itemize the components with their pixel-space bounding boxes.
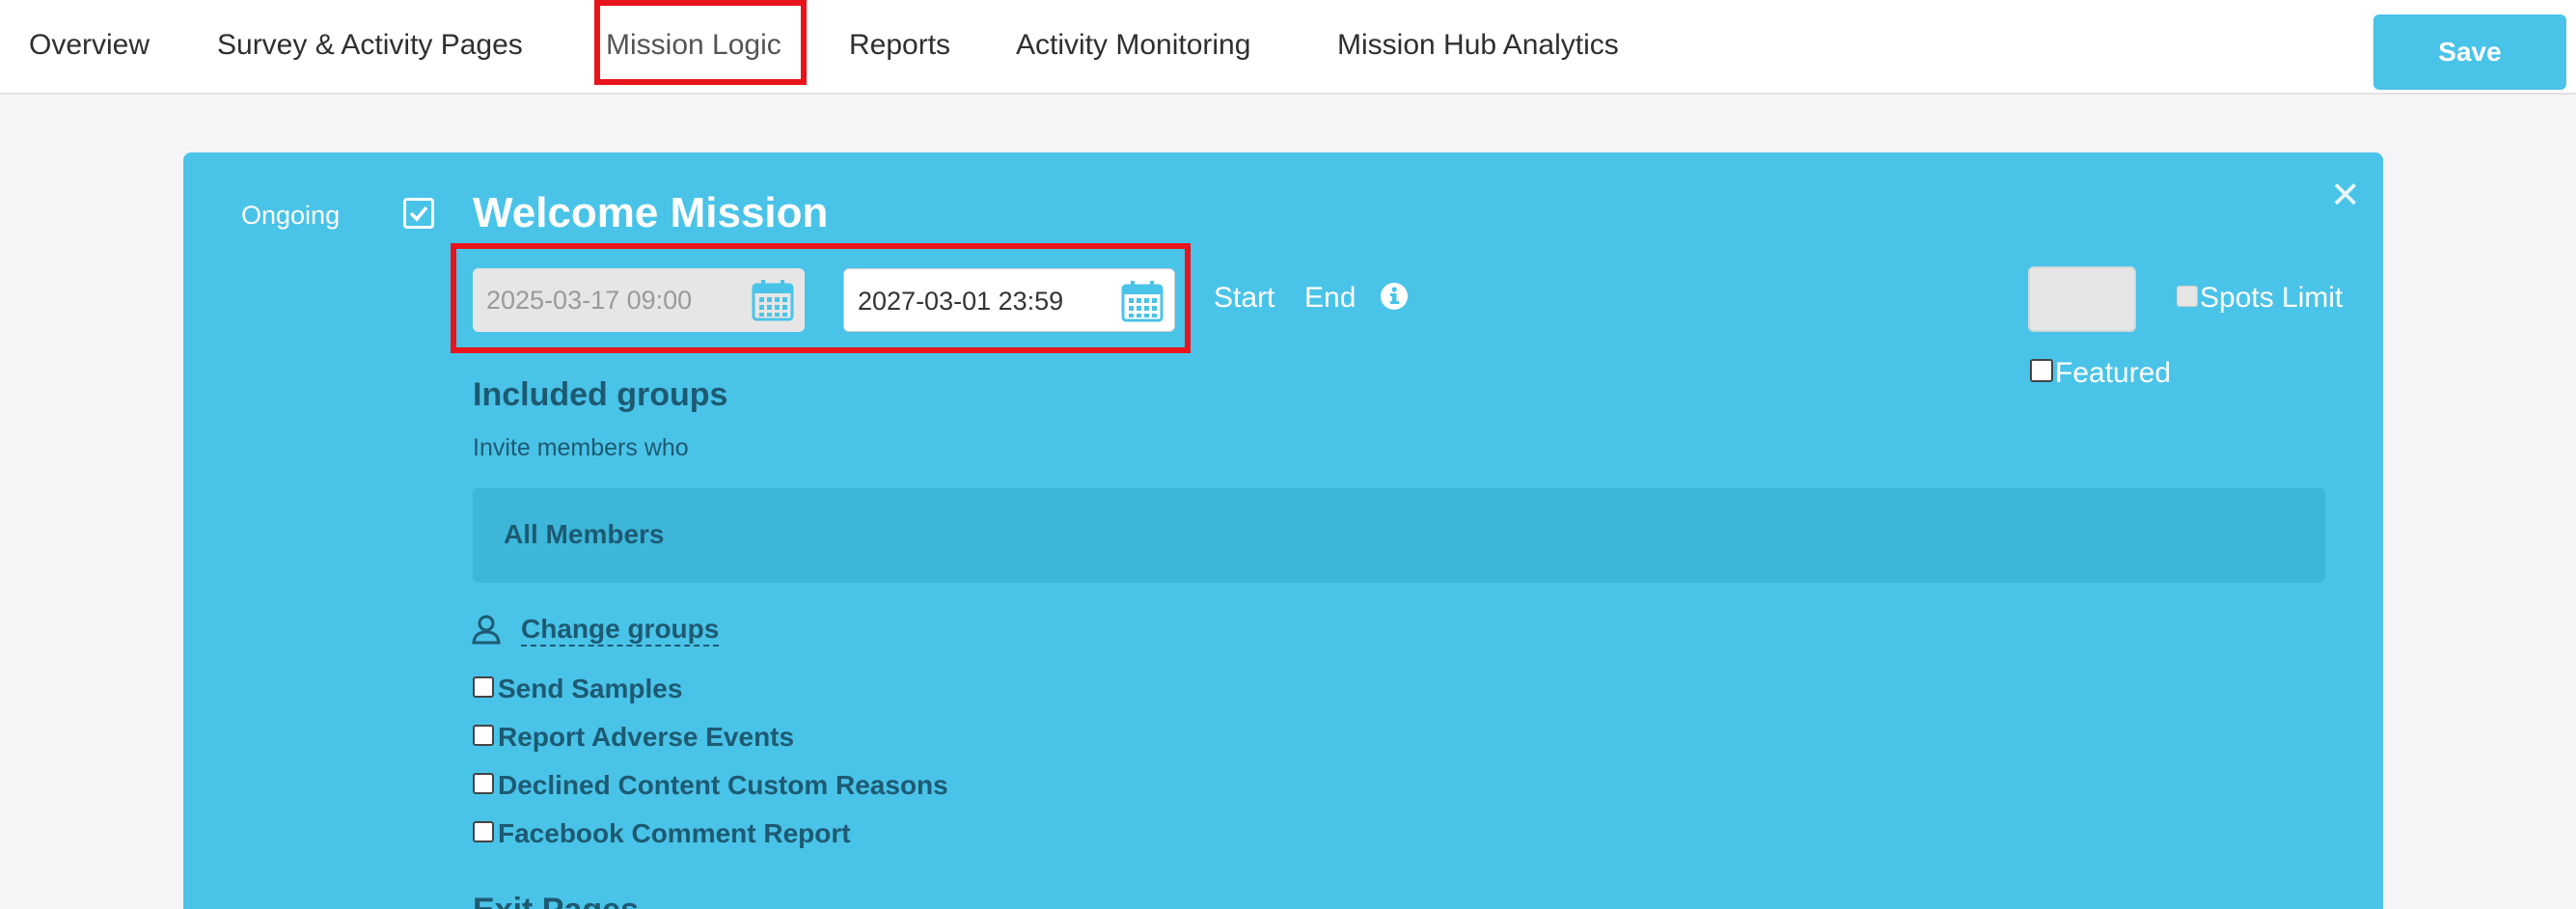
- tab-activity-monitoring[interactable]: Activity Monitoring: [1016, 0, 1250, 91]
- members-box: All Members: [473, 488, 2325, 583]
- declined-content-checkbox[interactable]: [473, 773, 494, 794]
- mission-title: Welcome Mission: [473, 189, 829, 236]
- spots-limit-checkbox[interactable]: [2177, 286, 2198, 307]
- spots-limit-input[interactable]: [2028, 266, 2136, 332]
- start-date-value: 2025-03-17 09:00: [486, 286, 693, 315]
- tab-mission-hub-analytics[interactable]: Mission Hub Analytics: [1337, 0, 1619, 91]
- send-samples-checkbox[interactable]: [473, 676, 494, 698]
- option-label: Send Samples: [498, 674, 683, 703]
- members-label: All Members: [504, 519, 665, 549]
- info-icon[interactable]: [1380, 282, 1409, 311]
- save-button[interactable]: Save: [2373, 14, 2566, 90]
- report-adverse-events-checkbox[interactable]: [473, 725, 494, 746]
- tab-mission-logic[interactable]: Mission Logic: [606, 0, 781, 91]
- tab-reports[interactable]: Reports: [849, 0, 950, 91]
- user-icon: [472, 615, 501, 645]
- facebook-comment-report-checkbox[interactable]: [473, 821, 494, 842]
- end-date-value: 2027-03-01 23:59: [858, 287, 1064, 316]
- start-date-input[interactable]: 2025-03-17 09:00: [473, 268, 805, 332]
- option-label: Facebook Comment Report: [498, 818, 851, 848]
- close-icon[interactable]: ✕: [2330, 174, 2361, 217]
- option-label: Report Adverse Events: [498, 722, 795, 752]
- check-icon: [409, 206, 428, 222]
- end-label: End: [1304, 282, 1357, 314]
- top-nav: Overview Survey & Activity Pages Mission…: [0, 0, 2576, 95]
- tab-survey-activity-pages[interactable]: Survey & Activity Pages: [217, 0, 523, 91]
- tab-overview[interactable]: Overview: [29, 0, 150, 91]
- option-label: Declined Content Custom Reasons: [498, 770, 948, 800]
- included-groups-title: Included groups: [473, 376, 728, 413]
- end-date-input[interactable]: 2027-03-01 23:59: [843, 268, 1175, 332]
- mission-card: Ongoing Welcome Mission ✕ 2025-03-17 09:…: [183, 152, 2383, 909]
- calendar-icon[interactable]: [751, 278, 795, 322]
- ongoing-label: Ongoing: [241, 201, 341, 230]
- start-label: Start: [1214, 282, 1275, 314]
- exit-pages-title: Exit Pages: [473, 892, 639, 909]
- ongoing-checkbox[interactable]: [403, 198, 434, 229]
- featured-checkbox[interactable]: [2030, 359, 2053, 382]
- spots-limit-label: Spots Limit: [2200, 282, 2343, 314]
- change-groups-link[interactable]: Change groups: [521, 614, 720, 647]
- calendar-icon[interactable]: [1120, 279, 1165, 323]
- featured-label: Featured: [2055, 357, 2172, 389]
- invite-text: Invite members who: [473, 434, 689, 461]
